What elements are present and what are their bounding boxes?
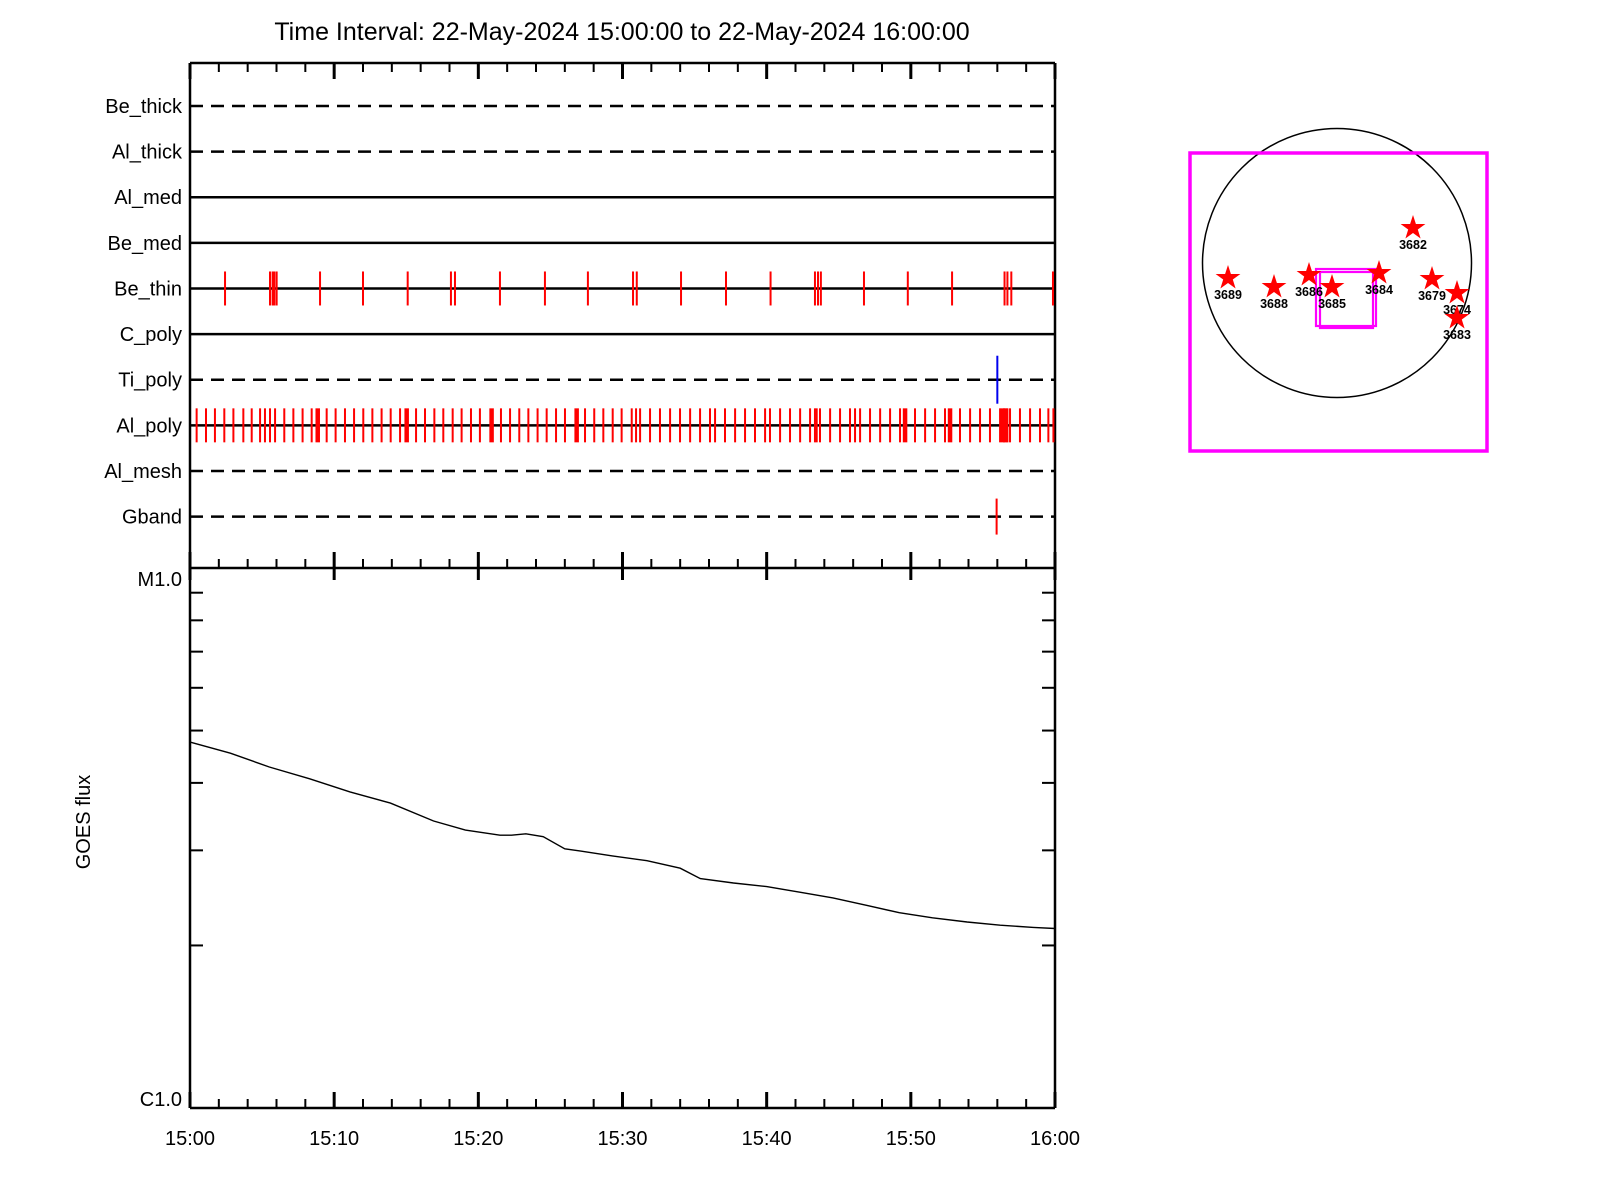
solar-disk-map: 368936883686368536843682367936743683: [1188, 127, 1489, 453]
goes-y-axis-title: GOES flux: [73, 775, 95, 869]
goes-x-tick-label: 15:30: [597, 1128, 647, 1150]
channel-row-al_mesh: Al_mesh: [104, 461, 1055, 483]
goes-x-tick-label: 15:10: [309, 1128, 359, 1150]
channel-label-c_poly: C_poly: [120, 324, 182, 346]
channel-label-al_med: Al_med: [114, 187, 182, 209]
channel-label-al_poly: Al_poly: [116, 415, 182, 437]
active-region-3684: 3684: [1365, 260, 1393, 297]
channel-row-be_thin: Be_thin: [114, 271, 1055, 306]
active-region-3688: 3688: [1260, 274, 1288, 311]
channel-label-be_thin: Be_thin: [114, 278, 182, 300]
active-region-star-icon: [1319, 274, 1345, 298]
channel-row-ti_poly: Ti_poly: [118, 355, 1055, 404]
goes-y-top-label: M1.0: [138, 569, 182, 591]
channel-label-gband: Gband: [122, 507, 182, 529]
active-region-label: 3679: [1418, 289, 1446, 303]
active-region-label: 3688: [1260, 297, 1288, 311]
channel-label-be_med: Be_med: [108, 233, 183, 255]
plot-canvas: Time Interval: 22-May-2024 15:00:00 to 2…: [0, 0, 1600, 1200]
channel-row-al_poly: Al_poly: [116, 408, 1055, 443]
goes-flux-panel: M1.0 C1.0 GOES flux 15:00 15:10 15:20 15:30…: [73, 568, 1080, 1150]
active-region-star-icon: [1400, 215, 1426, 239]
channel-row-al_med: Al_med: [114, 187, 1055, 209]
goes-x-tick-label: 15:50: [886, 1128, 936, 1150]
active-region-3679: 3679: [1418, 266, 1446, 303]
goes-x-tick-label: 15:20: [453, 1128, 503, 1150]
goes-x-tick-label: 16:00: [1030, 1128, 1080, 1150]
channel-row-be_med: Be_med: [108, 233, 1055, 255]
goes-x-tick-label: 15:00: [165, 1128, 215, 1150]
timeline-goes-chart: Time Interval: 22-May-2024 15:00:00 to 2…: [73, 18, 1489, 1150]
active-region-star-icon: [1215, 265, 1241, 289]
active-region-star-icon: [1261, 274, 1287, 298]
channel-label-ti_poly: Ti_poly: [118, 370, 182, 392]
active-region-label: 3689: [1214, 288, 1242, 302]
solar-limb-circle: [1201, 127, 1473, 399]
active-region-3686: 3686: [1295, 262, 1323, 299]
chart-title: Time Interval: 22-May-2024 15:00:00 to 2…: [274, 18, 969, 46]
active-region-3689: 3689: [1214, 265, 1242, 302]
active-region-star-icon: [1419, 266, 1445, 290]
active-region-star-icon: [1296, 262, 1322, 286]
active-region-label: 3684: [1365, 283, 1393, 297]
channel-row-c_poly: C_poly: [120, 324, 1055, 346]
active-region-3682: 3682: [1399, 215, 1427, 252]
channel-label-al_mesh: Al_mesh: [104, 461, 182, 483]
channel-row-al_thick: Al_thick: [112, 142, 1055, 164]
channel-label-al_thick: Al_thick: [112, 142, 183, 164]
goes-flux-curve: [189, 741, 1056, 930]
active-region-label: 3683: [1443, 328, 1471, 342]
filter-timeline-panel: Be_thick Al_thick Al_med Be_med Be_thin C_pol…: [104, 61, 1057, 580]
channel-label-be_thick: Be_thick: [105, 96, 183, 118]
goes-x-tick-label: 15:40: [742, 1128, 792, 1150]
goes-y-bottom-label: C1.0: [140, 1089, 182, 1111]
channel-row-gband: Gband: [122, 498, 1055, 535]
active-region-label: 3685: [1318, 297, 1346, 311]
active-region-label: 3682: [1399, 238, 1427, 252]
channel-row-be_thick: Be_thick: [105, 96, 1055, 118]
